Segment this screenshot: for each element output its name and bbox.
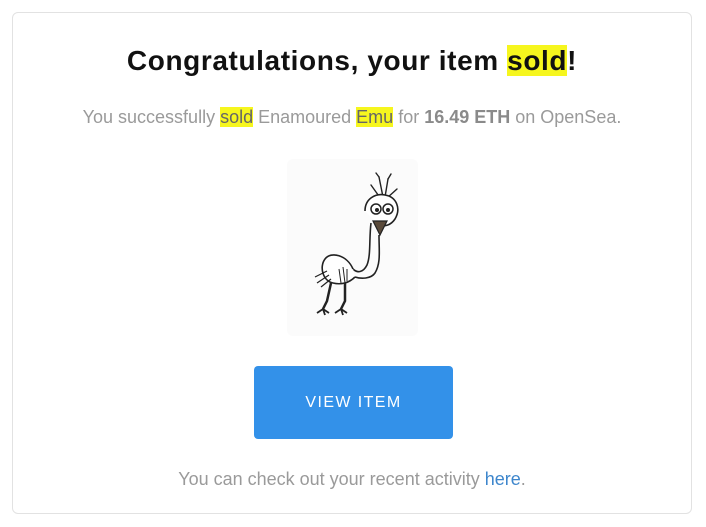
title-suffix: ! bbox=[567, 45, 578, 76]
email-card: Congratulations, your item sold! You suc… bbox=[12, 12, 692, 514]
message-part3: for bbox=[393, 107, 425, 127]
sale-price: 16.49 ETH bbox=[424, 107, 511, 127]
emu-drawing-image[interactable] bbox=[287, 159, 418, 336]
message-part4: on OpenSea. bbox=[510, 107, 622, 127]
message-part2: Enamoured bbox=[253, 107, 357, 127]
message-part1: You successfully bbox=[82, 107, 221, 127]
sale-message: You successfully sold Enamoured Emu for … bbox=[13, 105, 691, 129]
message-highlight-emu: Emu bbox=[356, 107, 394, 127]
view-item-button[interactable]: VIEW ITEM bbox=[254, 366, 453, 439]
emu-drawing-icon bbox=[314, 172, 399, 316]
footer-message: You can check out your recent activity h… bbox=[13, 467, 691, 491]
title-highlight-sold: sold bbox=[507, 45, 568, 76]
footer-suffix: . bbox=[520, 469, 526, 489]
title-prefix: Congratulations, your item bbox=[126, 45, 508, 76]
recent-activity-link[interactable]: here bbox=[485, 469, 521, 489]
footer-text: You can check out your recent activity bbox=[178, 469, 485, 489]
message-highlight-sold: sold bbox=[220, 107, 254, 127]
page-title: Congratulations, your item sold! bbox=[13, 43, 691, 79]
